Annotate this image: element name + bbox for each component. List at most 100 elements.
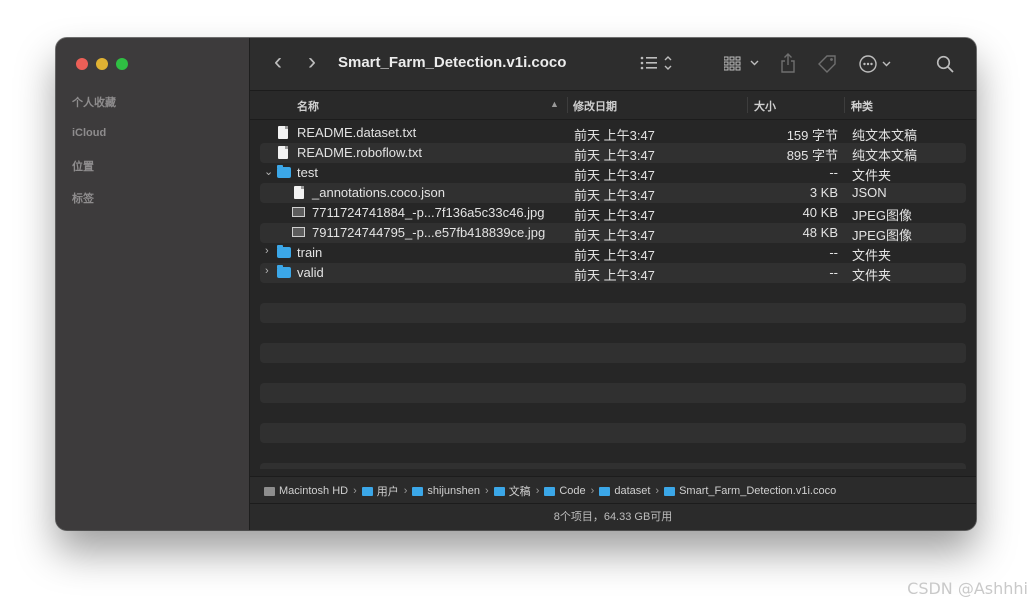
folder-icon xyxy=(277,245,291,258)
toolbar: ‹ › Smart_Farm_Detection.v1i.coco xyxy=(250,38,976,90)
file-date: 前天 上午3:47 xyxy=(574,188,655,203)
folder-row-valid[interactable]: › valid 前天 上午3:47 -- 文件夹 xyxy=(260,263,966,283)
file-kind: 文件夹 xyxy=(852,268,892,283)
file-name: _annotations.coco.json xyxy=(312,185,445,200)
breadcrumb-item[interactable]: 文稿 xyxy=(493,483,531,499)
breadcrumb-item[interactable]: dataset xyxy=(599,485,650,497)
grid-view-icon[interactable] xyxy=(724,56,762,72)
file-name: 7711724741884_-p...7f136a5c33c46.jpg xyxy=(312,205,545,220)
path-bar: Macintosh HD › 用户 › shijunshen › 文稿 › Co… xyxy=(250,476,976,504)
folder-icon xyxy=(544,486,556,496)
text-file-icon xyxy=(278,146,288,159)
breadcrumb-item[interactable]: Macintosh HD xyxy=(264,485,348,497)
breadcrumb-item[interactable]: 用户 xyxy=(361,483,399,499)
chevron-right-icon: › xyxy=(353,485,357,497)
breadcrumb-item[interactable]: Smart_Farm_Detection.v1i.coco xyxy=(664,485,836,497)
file-row-readme-roboflow[interactable]: README.roboflow.txt 前天 上午3:47 895 字节 纯文本… xyxy=(260,143,966,163)
file-kind: JPEG图像 xyxy=(852,208,912,223)
sidebar-section-icloud[interactable]: iCloud xyxy=(72,127,106,139)
file-kind: 纯文本文稿 xyxy=(852,128,918,143)
file-row-image-1[interactable]: 7711724741884_-p...7f136a5c33c46.jpg 前天 … xyxy=(260,203,966,223)
chevron-right-icon: › xyxy=(655,485,660,497)
file-size: -- xyxy=(829,265,838,280)
file-size: 40 KB xyxy=(802,205,838,220)
breadcrumb-item[interactable]: shijunshen xyxy=(412,485,480,497)
share-icon[interactable] xyxy=(780,53,796,73)
folder-icon xyxy=(277,165,291,178)
folder-icon xyxy=(599,486,611,496)
file-date: 前天 上午3:47 xyxy=(574,208,655,223)
file-size: 159 字节 xyxy=(786,128,838,143)
column-divider[interactable] xyxy=(844,97,845,113)
breadcrumb-item[interactable]: Code xyxy=(544,485,586,497)
tag-icon[interactable] xyxy=(816,54,838,74)
folder-icon xyxy=(664,486,676,496)
empty-row xyxy=(260,383,966,403)
sort-ascending-icon[interactable]: ▲ xyxy=(550,99,559,109)
file-kind: 文件夹 xyxy=(852,168,892,183)
column-header-name[interactable]: 名称 xyxy=(297,98,319,114)
file-row-image-2[interactable]: 7911724744795_-p...e57fb418839ce.jpg 前天 … xyxy=(260,223,966,243)
window-title: Smart_Farm_Detection.v1i.coco xyxy=(338,54,567,71)
back-icon[interactable]: ‹ xyxy=(274,50,282,74)
text-file-icon xyxy=(278,126,288,139)
finder-window: 个人收藏 iCloud 位置 标签 ‹ › Smart_Farm_Detecti… xyxy=(56,38,976,530)
disclosure-expanded-icon[interactable]: ⌄ xyxy=(264,165,273,178)
sidebar-section-tags[interactable]: 标签 xyxy=(72,190,94,206)
column-header-kind[interactable]: 种类 xyxy=(851,98,873,114)
chevron-right-icon: › xyxy=(590,485,595,497)
file-date: 前天 上午3:47 xyxy=(574,128,655,143)
search-icon[interactable] xyxy=(936,55,956,75)
chevron-right-icon: › xyxy=(535,485,540,497)
file-name: valid xyxy=(297,265,324,280)
sidebar: 个人收藏 iCloud 位置 标签 xyxy=(56,38,250,530)
maximize-window-button[interactable] xyxy=(116,58,128,70)
empty-row xyxy=(260,303,966,323)
status-bar: 8个项目，64.33 GB可用 xyxy=(250,504,976,530)
file-name: 7911724744795_-p...e57fb418839ce.jpg xyxy=(312,225,546,240)
folder-row-train[interactable]: › train 前天 上午3:47 -- 文件夹 xyxy=(260,243,966,263)
more-icon[interactable] xyxy=(858,54,898,74)
sidebar-section-favorites[interactable]: 个人收藏 xyxy=(72,94,116,110)
empty-row xyxy=(260,343,966,363)
json-file-icon xyxy=(294,186,304,199)
file-name: test xyxy=(297,165,318,180)
file-size: -- xyxy=(829,245,838,260)
file-date: 前天 上午3:47 xyxy=(574,268,655,283)
file-kind: 纯文本文稿 xyxy=(852,148,918,163)
file-name: README.roboflow.txt xyxy=(297,145,422,160)
file-size: 3 KB xyxy=(809,185,838,200)
disclosure-collapsed-icon[interactable]: › xyxy=(265,245,269,257)
column-header-date[interactable]: 修改日期 xyxy=(573,98,617,114)
file-size: 895 字节 xyxy=(786,148,838,163)
file-size: 48 KB xyxy=(802,225,838,240)
folder-icon xyxy=(361,486,373,496)
folder-row-test[interactable]: ⌄ test 前天 上午3:47 -- 文件夹 xyxy=(260,163,966,183)
folder-icon xyxy=(277,265,291,278)
file-date: 前天 上午3:47 xyxy=(574,168,655,183)
column-header-bar: 名称 ▲ 修改日期 大小 种类 xyxy=(250,90,976,120)
column-divider[interactable] xyxy=(567,97,568,113)
folder-icon xyxy=(493,486,505,496)
empty-row xyxy=(260,463,966,469)
file-kind: JSON xyxy=(852,185,887,200)
file-name: README.dataset.txt xyxy=(297,125,417,140)
column-header-size[interactable]: 大小 xyxy=(754,98,776,114)
image-file-icon xyxy=(292,227,305,237)
file-kind: 文件夹 xyxy=(852,248,892,263)
list-view-icon[interactable] xyxy=(640,55,674,73)
sidebar-section-locations[interactable]: 位置 xyxy=(72,158,94,174)
file-date: 前天 上午3:47 xyxy=(574,228,655,243)
disclosure-collapsed-icon[interactable]: › xyxy=(265,265,269,277)
file-row-annotations[interactable]: _annotations.coco.json 前天 上午3:47 3 KB JS… xyxy=(260,183,966,203)
file-date: 前天 上午3:47 xyxy=(574,148,655,163)
close-window-button[interactable] xyxy=(76,58,88,70)
forward-icon[interactable]: › xyxy=(308,50,316,74)
minimize-window-button[interactable] xyxy=(96,58,108,70)
file-kind: JPEG图像 xyxy=(852,228,912,243)
column-divider[interactable] xyxy=(747,97,748,113)
file-date: 前天 上午3:47 xyxy=(574,248,655,263)
file-row-readme-dataset[interactable]: README.dataset.txt 前天 上午3:47 159 字节 纯文本文… xyxy=(260,123,966,143)
image-file-icon xyxy=(292,207,305,217)
file-name: train xyxy=(297,245,323,260)
